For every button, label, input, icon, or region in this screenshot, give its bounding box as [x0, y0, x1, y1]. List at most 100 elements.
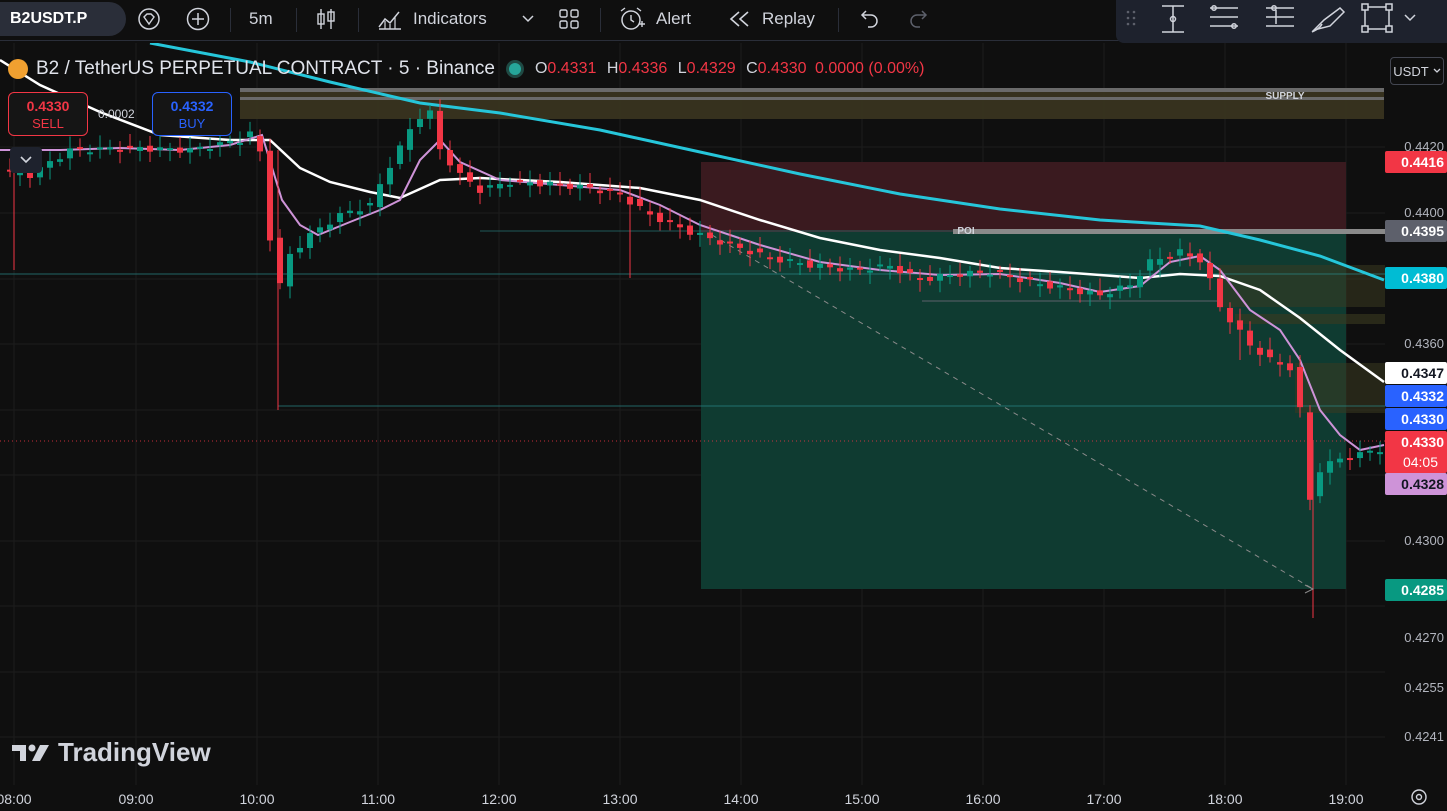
candle [157, 135, 163, 158]
tradingview-logo[interactable]: TradingView [12, 737, 211, 768]
candle [187, 137, 193, 164]
price-tick-label: 0.4300 [1404, 533, 1444, 548]
price-axis[interactable]: 0.4420 0.4400 0.4360 0.4300 0.4270 0.4255 0.42… [1385, 43, 1447, 785]
candle [487, 177, 493, 197]
candle [47, 151, 53, 180]
time-tick-label: 19:00 [1328, 791, 1363, 807]
buy-price: 0.4332 [170, 98, 214, 114]
candle [1357, 440, 1363, 468]
alert-button[interactable]: Alert [618, 0, 691, 38]
time-tick-label: 08:00 [0, 791, 32, 807]
symbol-search-button[interactable]: B2USDT.P [0, 2, 126, 36]
svg-text:0.4330: 0.4330 [1401, 434, 1444, 450]
time-tick-label: 16:00 [965, 791, 1000, 807]
chart-pane[interactable]: SUPPLY POI [0, 43, 1385, 785]
supply-zone-label: SUPPLY [1265, 91, 1304, 102]
time-tick-label: 18:00 [1207, 791, 1242, 807]
indicators-button[interactable]: Indicators [377, 0, 487, 38]
candle [267, 138, 273, 252]
undo-icon[interactable] [856, 0, 882, 38]
rectangle-tool-icon[interactable] [1361, 3, 1393, 33]
price-badge: 0.4416 [1385, 151, 1447, 173]
market-status-dot-icon [508, 63, 521, 75]
time-tick-label: 13:00 [602, 791, 637, 807]
candle [557, 172, 563, 196]
price-badge: 0.4330 04:05 [1385, 431, 1447, 473]
time-tick-label: 11:00 [361, 791, 395, 807]
svg-text:0.4416: 0.4416 [1401, 154, 1444, 170]
price-badge: 0.4395 [1385, 220, 1447, 242]
candle [467, 160, 473, 188]
axis-settings-gear-icon[interactable] [1410, 788, 1428, 806]
candle [397, 141, 403, 170]
legend-collapse-chevron-button[interactable] [10, 147, 42, 173]
price-badge: 0.4285 [1385, 579, 1447, 601]
legend-title[interactable]: B2 / TetherUS PERPETUAL CONTRACT · 5 · B… [36, 58, 495, 80]
redo-icon[interactable] [906, 0, 932, 38]
price-tick-label: 0.4255 [1404, 680, 1444, 695]
candle [387, 156, 393, 196]
interval-label: 5m [249, 9, 273, 28]
long-position-tool-icon[interactable] [1266, 5, 1294, 27]
price-tick-label: 0.4400 [1404, 205, 1444, 220]
candles-chart-type-icon[interactable] [313, 0, 339, 38]
buy-button[interactable]: 0.4332 BUY [152, 92, 232, 136]
supply-zone[interactable] [240, 88, 1384, 119]
candle [207, 137, 213, 159]
candle [57, 152, 63, 167]
svg-text:0.4328: 0.4328 [1401, 476, 1444, 492]
layout-grid-icon[interactable] [556, 0, 582, 38]
candle [497, 171, 503, 197]
svg-text:0.4395: 0.4395 [1401, 223, 1444, 239]
candle [1347, 448, 1353, 470]
time-tick-label: 14:00 [723, 791, 758, 807]
toolbar-divider [358, 8, 359, 32]
price-badge: 0.4380 [1385, 267, 1447, 289]
price-badge: 0.4332 [1385, 385, 1447, 407]
candle [607, 177, 613, 201]
svg-text:04:05: 04:05 [1403, 454, 1438, 470]
candle [327, 212, 333, 238]
candle [407, 117, 413, 162]
indicators-dropdown-chevron-icon[interactable] [518, 0, 538, 38]
price-badge: 0.4347 [1385, 362, 1447, 384]
candle [167, 142, 173, 162]
candle [477, 176, 483, 205]
candle [547, 171, 553, 196]
indicators-label: Indicators [413, 9, 487, 28]
alarm-clock-icon [620, 7, 645, 30]
toolbar-divider [296, 8, 297, 32]
price-tick-label: 0.4241 [1404, 729, 1444, 744]
supply-zone-line-top [240, 88, 1384, 92]
rewind-icon [729, 11, 749, 27]
candle [177, 137, 183, 158]
svg-text:0.4330: 0.4330 [1401, 411, 1444, 427]
candle [117, 141, 123, 164]
price-tick-label: 0.4360 [1404, 336, 1444, 351]
fib-retracement-tool-icon[interactable] [1210, 5, 1238, 29]
candle [297, 235, 303, 259]
tradingview-logo-icon [12, 744, 49, 761]
time-tick-label: 12:00 [481, 791, 516, 807]
vertical-line-tool-icon[interactable] [1162, 5, 1184, 33]
candle [657, 206, 663, 231]
sell-button[interactable]: 0.4330 SELL [8, 92, 88, 136]
replay-button[interactable]: Replay [728, 0, 815, 38]
drag-handle-icon[interactable] [1126, 10, 1136, 26]
compare-add-icon[interactable] [183, 0, 213, 38]
svg-text:0.4347: 0.4347 [1401, 365, 1444, 381]
time-axis[interactable]: 08:00 09:00 10:00 11:00 12:00 13:00 14:00 15:00… [0, 785, 1447, 808]
price-badge: 0.4328 [1385, 473, 1447, 495]
candle [307, 225, 313, 259]
brush-tool-icon[interactable] [1311, 7, 1346, 33]
chevron-down-icon [20, 156, 32, 164]
candle [567, 178, 573, 196]
watchlist-gem-icon[interactable] [134, 0, 164, 38]
drawing-panel-chevron-icon[interactable] [1404, 14, 1416, 22]
interval-button[interactable]: 5m [249, 0, 273, 38]
candle [537, 173, 543, 195]
poi-label: POI [957, 226, 974, 237]
toolbar-divider [838, 8, 839, 32]
candle [137, 140, 143, 162]
candle [457, 157, 463, 185]
